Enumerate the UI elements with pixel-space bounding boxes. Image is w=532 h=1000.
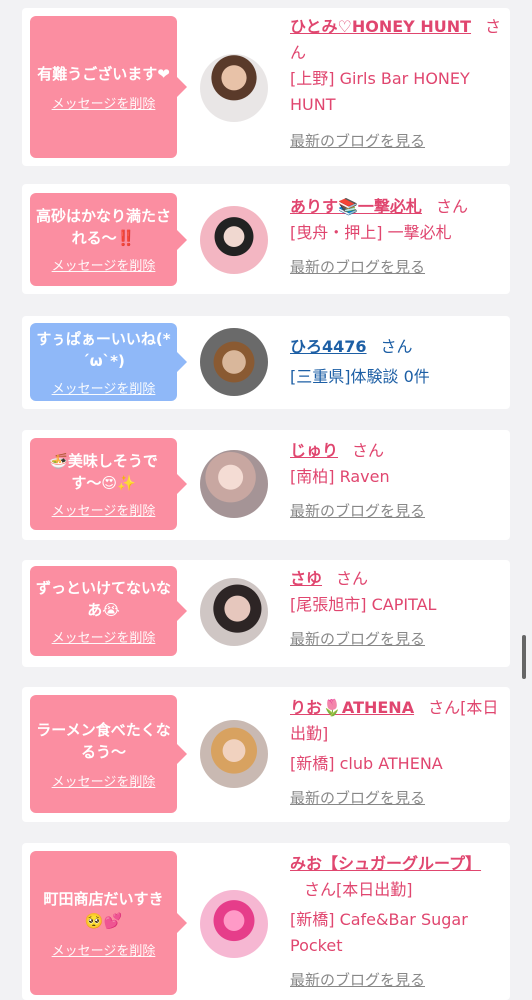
user-name-link[interactable]: みお【シュガーグループ】: [290, 854, 481, 873]
delete-message-link[interactable]: メッセージを削除: [52, 255, 156, 274]
user-name-link[interactable]: ありす📚一撃必札: [290, 197, 422, 216]
avatar[interactable]: [200, 890, 268, 958]
user-name-link[interactable]: さゆ: [290, 569, 322, 588]
message-bubble: 🍜美味しそうです〜😍✨ メッセージを削除: [30, 438, 187, 530]
message-bubble: 町田商店だいすき🥺💕 メッセージを削除: [30, 851, 187, 995]
shop-info: [新橋] Cafe&Bar Sugar Pocket: [290, 910, 468, 955]
delete-message-link[interactable]: メッセージを削除: [52, 771, 156, 790]
avatar[interactable]: [200, 206, 268, 274]
message-bubble: すぅぱぁーいいね(*´ω`*) メッセージを削除: [30, 323, 187, 401]
delete-message-link[interactable]: メッセージを削除: [52, 627, 156, 646]
message-bubble: ラーメン食べたくなるう〜 メッセージを削除: [30, 695, 187, 813]
delete-message-link[interactable]: メッセージを削除: [52, 93, 156, 112]
blog-link[interactable]: 最新のブログを見る: [290, 785, 502, 811]
honorific: さん: [435, 197, 468, 216]
delete-message-link[interactable]: メッセージを削除: [52, 500, 156, 519]
honorific: さん: [336, 569, 369, 588]
avatar[interactable]: [200, 450, 268, 518]
blog-link[interactable]: 最新のブログを見る: [290, 967, 502, 993]
scrollbar[interactable]: [522, 635, 526, 679]
message-card: すぅぱぁーいいね(*´ω`*) メッセージを削除 ひろ4476 さん [三重県]体…: [22, 316, 510, 409]
shop-info: [南柏] Raven: [290, 467, 390, 486]
message-text: すぅぱぁーいいね(*´ω`*): [36, 329, 171, 370]
user-name-link[interactable]: じゅり: [290, 441, 338, 460]
message-text: 町田商店だいすき🥺💕: [43, 889, 164, 930]
shop-info: [曳舟・押上] 一撃必札: [290, 223, 452, 242]
avatar[interactable]: [200, 54, 268, 122]
message-card: 有難うございます❤ メッセージを削除 ひとみ♡HONEY HUNT さん [上野]…: [22, 8, 510, 166]
blog-link[interactable]: 最新のブログを見る: [290, 498, 502, 524]
message-text: ずっといけてないなあ😭: [36, 578, 172, 619]
honorific: さん: [380, 337, 413, 356]
shop-info: [尾張旭市] CAPITAL: [290, 595, 437, 614]
delete-message-link[interactable]: メッセージを削除: [52, 378, 156, 397]
avatar[interactable]: [200, 720, 268, 788]
shop-info: [三重県]体験談 0件: [290, 367, 430, 386]
message-card: ラーメン食べたくなるう〜 メッセージを削除 りお🌷ATHENA さん[本日出勤] …: [22, 687, 510, 822]
message-card: 町田商店だいすき🥺💕 メッセージを削除 みお【シュガーグループ】さん[本日出勤]…: [22, 843, 510, 1000]
message-card: 高砂はかなり満たされる〜‼️ メッセージを削除 ありす📚一撃必札 さん [曳舟・押…: [22, 184, 510, 294]
blog-link[interactable]: 最新のブログを見る: [290, 254, 502, 280]
user-name-link[interactable]: ひとみ♡HONEY HUNT: [290, 17, 471, 36]
blog-link[interactable]: 最新のブログを見る: [290, 626, 502, 652]
delete-message-link[interactable]: メッセージを削除: [52, 940, 156, 959]
message-bubble: 高砂はかなり満たされる〜‼️ メッセージを削除: [30, 193, 187, 286]
message-text: 有難うございます❤: [37, 64, 170, 83]
message-card: 🍜美味しそうです〜😍✨ メッセージを削除 じゅり さん [南柏] Raven 最新…: [22, 430, 510, 540]
blog-link[interactable]: 最新のブログを見る: [290, 128, 502, 154]
shop-info: [新橋] club ATHENA: [290, 754, 443, 773]
message-text: 🍜美味しそうです〜😍✨: [49, 451, 158, 492]
message-bubble: 有難うございます❤ メッセージを削除: [30, 16, 187, 158]
avatar[interactable]: [200, 578, 268, 646]
user-name-link[interactable]: りお🌷ATHENA: [290, 698, 414, 717]
honorific: さん[本日出勤]: [304, 880, 413, 899]
message-bubble: ずっといけてないなあ😭 メッセージを削除: [30, 566, 187, 656]
shop-info: [上野] Girls Bar HONEY HUNT: [290, 69, 470, 114]
avatar[interactable]: [200, 328, 268, 396]
honorific: さん: [352, 441, 385, 460]
message-text: 高砂はかなり満たされる〜‼️: [36, 207, 172, 247]
message-card: ずっといけてないなあ😭 メッセージを削除 さゆ さん [尾張旭市] CAPITAL…: [22, 560, 510, 667]
message-text: ラーメン食べたくなるう〜: [36, 720, 171, 761]
user-name-link[interactable]: ひろ4476: [290, 337, 367, 356]
